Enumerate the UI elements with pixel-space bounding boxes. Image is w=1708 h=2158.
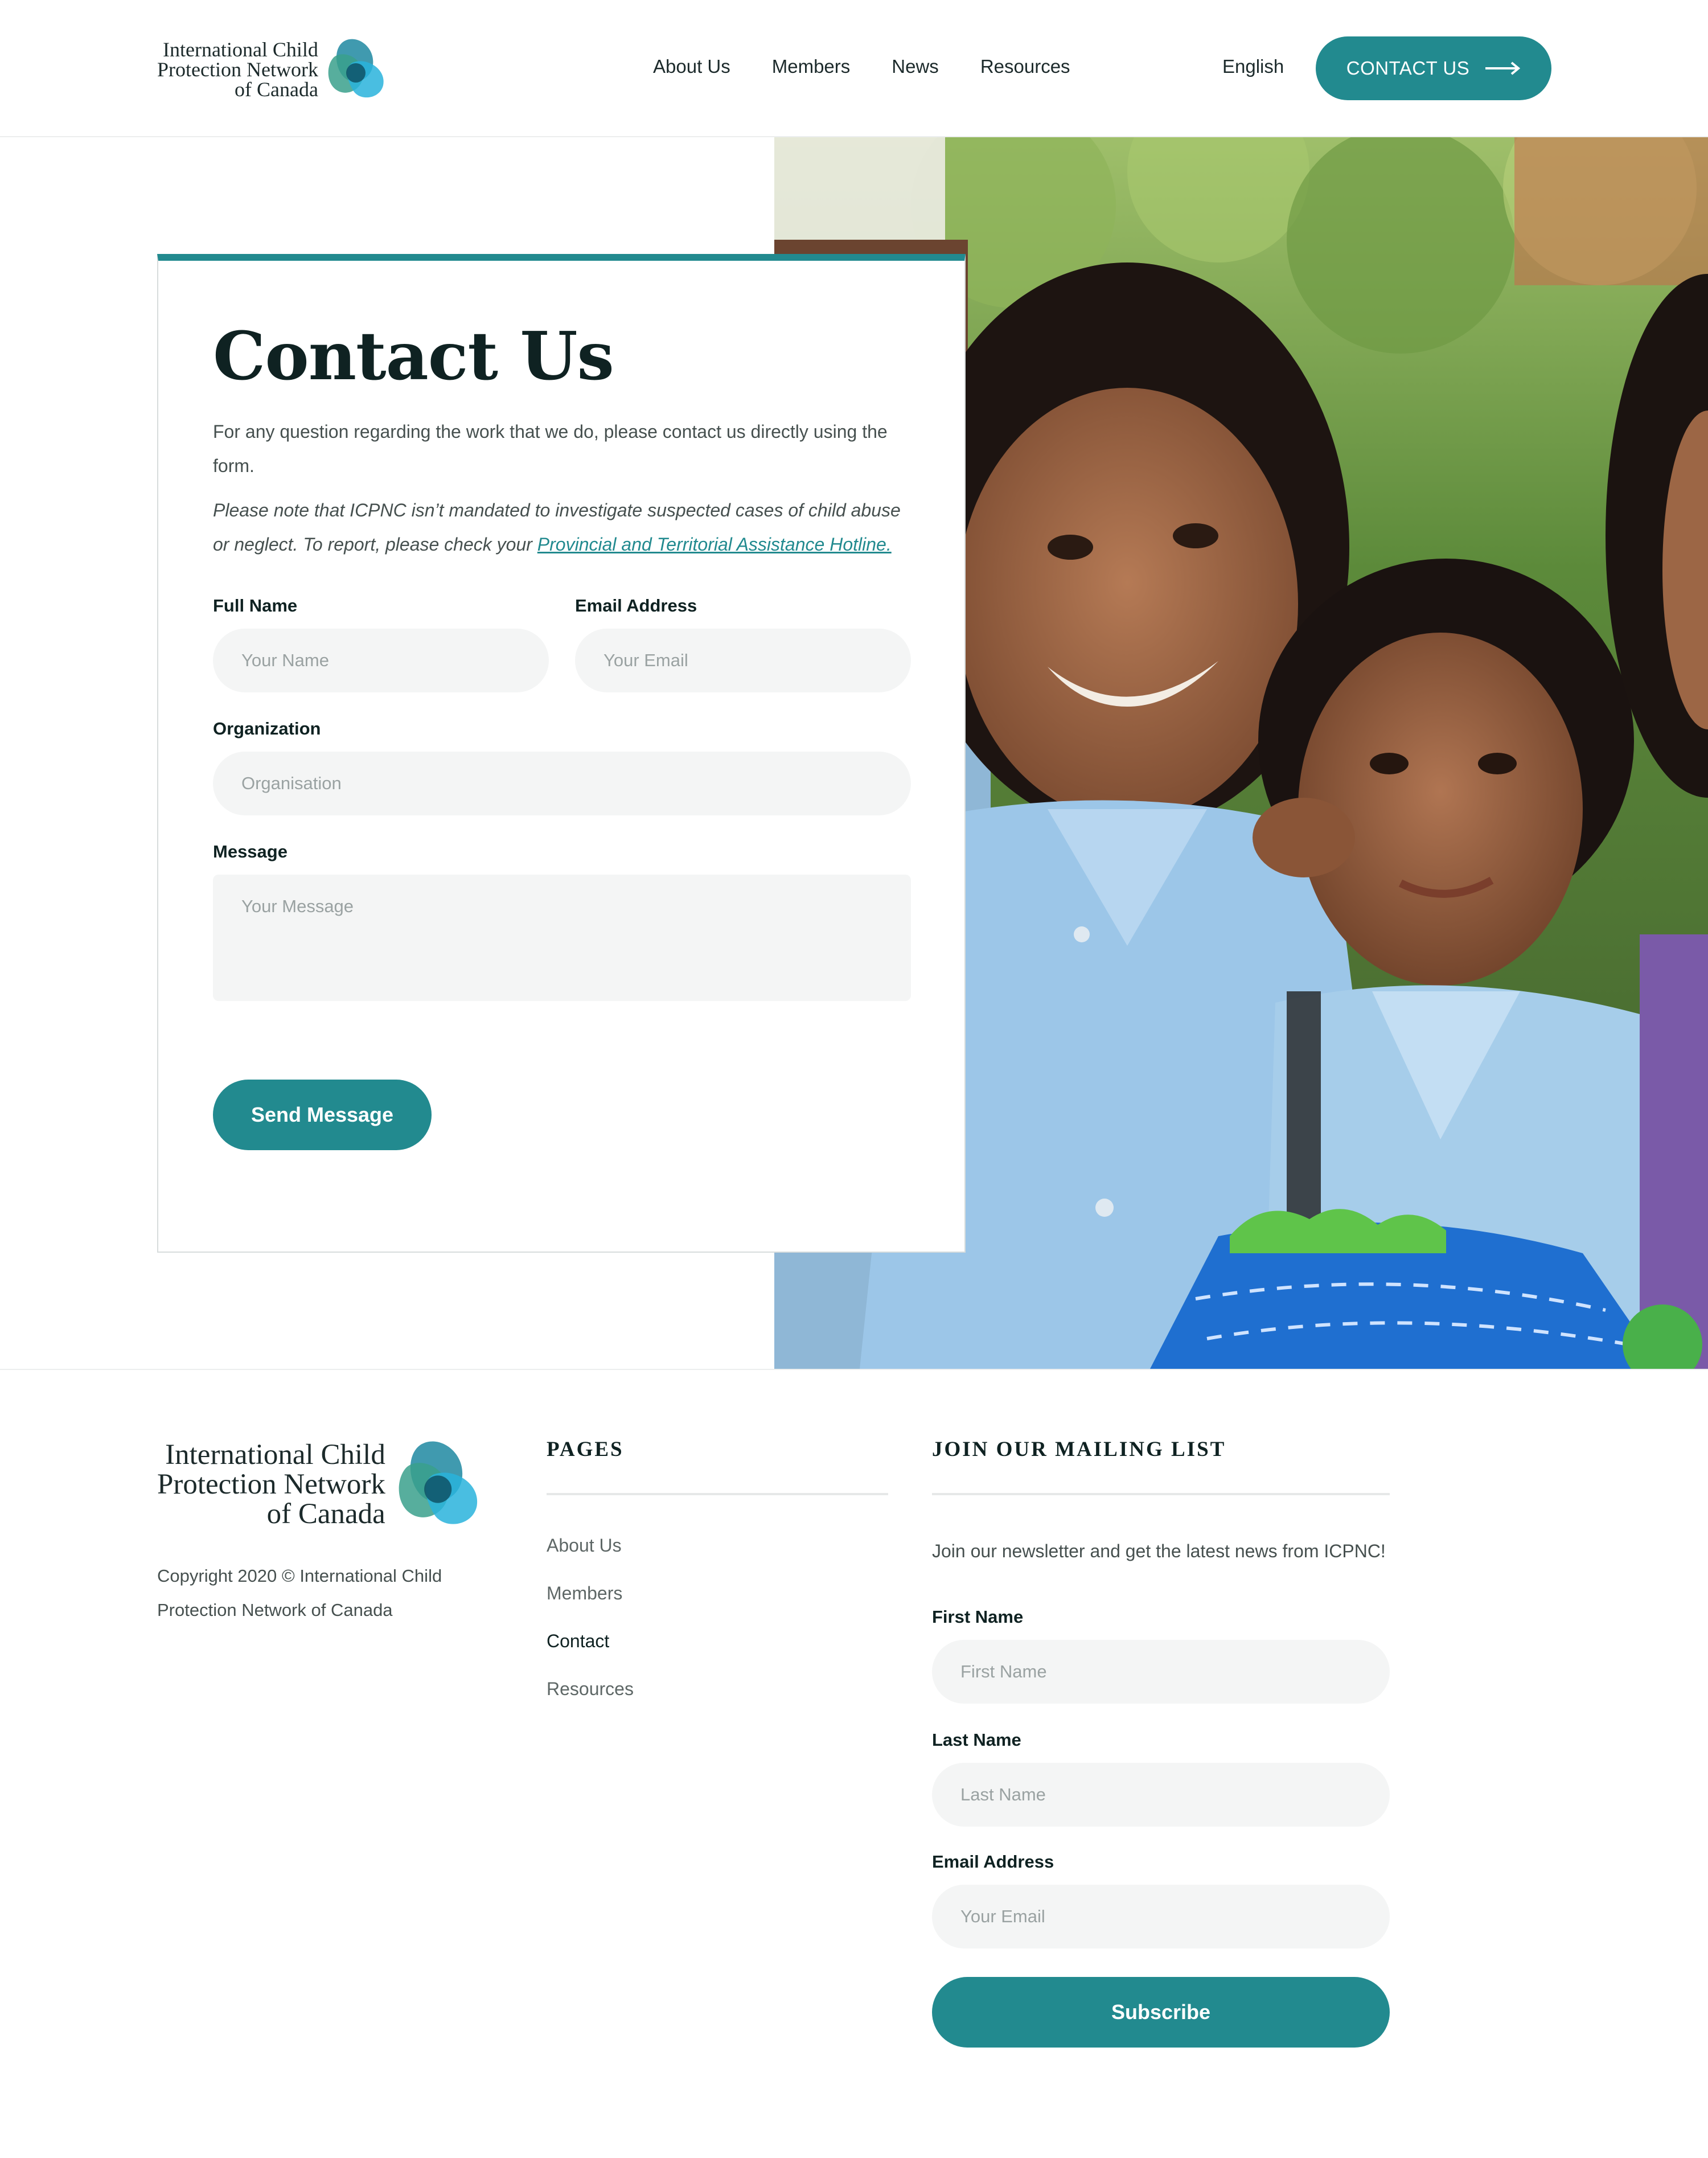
pages-divider <box>547 1493 888 1495</box>
organization-input[interactable]: Organisation <box>213 752 911 815</box>
nav-members[interactable]: Members <box>772 56 851 77</box>
main-nav: About Us Members News Resources <box>653 56 1112 77</box>
copyright-text: Copyright 2020 © International Child Pro… <box>157 1566 442 1620</box>
email-label: Email Address <box>575 596 697 616</box>
arrow-right-icon <box>1485 61 1521 75</box>
nav-resources[interactable]: Resources <box>980 56 1070 77</box>
assistance-hotline-link[interactable]: Provincial and Territorial Assistance Ho… <box>537 534 892 555</box>
mailing-divider <box>932 1493 1390 1495</box>
footer-logo[interactable]: International Child Protection Network o… <box>157 1436 488 1533</box>
contact-note: Please note that ICPNC isn’t mandated to… <box>213 493 911 561</box>
footer-logo-line-2: Protection Network <box>157 1468 385 1500</box>
footer-link-resources[interactable]: Resources <box>547 1679 634 1700</box>
footer-logo-line-1: International Child <box>165 1439 385 1471</box>
footer-link-contact[interactable]: Contact <box>547 1631 609 1652</box>
full-name-input[interactable]: Your Name <box>213 629 549 692</box>
send-message-button[interactable]: Send Message <box>213 1080 432 1150</box>
site-logo[interactable]: International Child Protection Network o… <box>157 35 391 104</box>
last-name-label: Last Name <box>932 1730 1021 1750</box>
footer-link-about-us[interactable]: About Us <box>547 1535 622 1556</box>
logo-line-3: of Canada <box>235 77 318 101</box>
logo-line-1: International Child <box>163 38 318 61</box>
footer-logo-mark-icon <box>399 1441 477 1524</box>
logo-wordmark: International Child Protection Network o… <box>157 38 318 101</box>
footer-logo-wordmark: International Child Protection Network o… <box>157 1440 385 1529</box>
newsletter-email-label: Email Address <box>932 1852 1054 1872</box>
message-textarea[interactable]: Your Message <box>213 875 911 1001</box>
contact-card: Contact Us For any question regarding th… <box>157 254 966 1253</box>
first-name-input[interactable]: First Name <box>932 1640 1390 1704</box>
footer-link-members[interactable]: Members <box>547 1583 622 1604</box>
subscribe-button[interactable]: Subscribe <box>932 1977 1390 2048</box>
nav-about-us[interactable]: About Us <box>653 56 730 77</box>
last-name-input[interactable]: Last Name <box>932 1763 1390 1827</box>
message-label: Message <box>213 842 288 861</box>
first-name-label: First Name <box>932 1607 1024 1627</box>
logo-mark-icon <box>328 39 384 98</box>
language-switcher[interactable]: English <box>1222 56 1284 77</box>
site-footer: International Child Protection Network o… <box>0 1369 1708 2158</box>
footer-logo-line-3: of Canada <box>266 1498 385 1530</box>
full-name-label: Full Name <box>213 596 298 616</box>
site-header: International Child Protection Network o… <box>0 0 1708 137</box>
logo-line-2: Protection Network <box>157 58 318 81</box>
mailing-intro: Join our newsletter and get the latest n… <box>932 1541 1386 1561</box>
page-title: Contact Us <box>213 318 614 395</box>
organization-label: Organization <box>213 719 321 739</box>
newsletter-email-input[interactable]: Your Email <box>932 1885 1390 1948</box>
mailing-list-heading: JOIN OUR MAILING LIST <box>932 1438 1226 1461</box>
nav-news[interactable]: News <box>892 56 939 77</box>
pages-heading: PAGES <box>547 1438 624 1461</box>
contact-intro: For any question regarding the work that… <box>213 421 888 476</box>
email-input[interactable]: Your Email <box>575 629 911 692</box>
contact-us-button[interactable]: CONTACT US <box>1316 36 1551 100</box>
contact-us-button-label: CONTACT US <box>1346 58 1470 79</box>
